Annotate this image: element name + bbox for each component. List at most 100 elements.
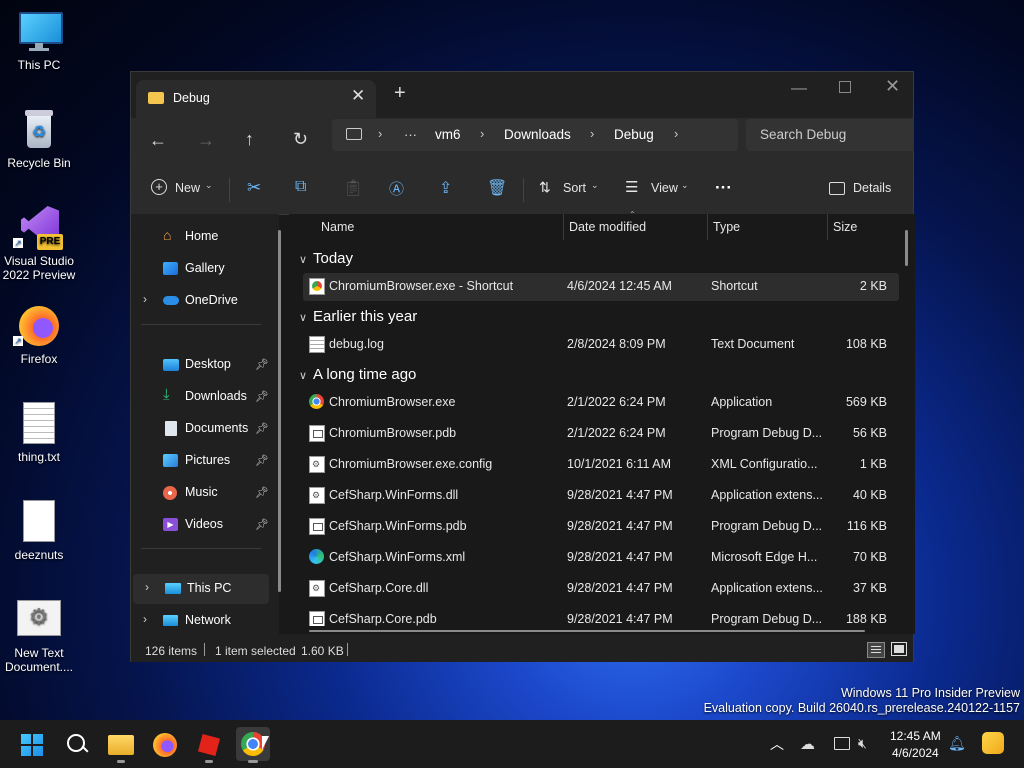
onedrive-offline-icon[interactable]: ☁	[800, 735, 815, 753]
desktop-icon-thing-txt[interactable]: thing.txt	[0, 402, 78, 464]
desktop-icon-visual-studio[interactable]: PRE ↗ Visual Studio 2022 Preview	[0, 206, 78, 282]
desktop-icon-label: deeznuts	[14, 548, 64, 562]
tiles-view-icon	[894, 645, 904, 653]
chevron-right-icon[interactable]: ›	[143, 612, 147, 626]
nav-item-onedrive[interactable]: › OneDrive	[131, 286, 271, 316]
mouse-cursor	[262, 736, 269, 750]
nav-item-music[interactable]: Music 📌︎	[131, 478, 271, 508]
desktop-icon-recycle-bin[interactable]: ♻ Recycle Bin	[0, 108, 78, 170]
display-icon[interactable]	[834, 737, 850, 750]
nav-item-home[interactable]: ⌂ Home	[131, 222, 271, 252]
nav-item-desktop[interactable]: Desktop 📌︎	[131, 350, 271, 380]
pin-icon[interactable]: 📌︎	[255, 358, 269, 371]
start-button[interactable]	[17, 728, 49, 760]
file-row[interactable]: CefSharp.Core.pdb 9/28/2021 4:47 PM Prog…	[303, 606, 899, 626]
file-row[interactable]: ⚙ CefSharp.WinForms.dll 9/28/2021 4:47 P…	[303, 482, 899, 510]
show-hidden-icons-chevron[interactable]: ︿	[770, 734, 784, 754]
nav-item-videos[interactable]: ▶ Videos 📌︎	[131, 510, 271, 540]
nav-item-network[interactable]: › Network	[131, 606, 271, 636]
clock-time[interactable]: 12:45 AM	[890, 729, 941, 743]
nav-pane-scrollbar[interactable]	[278, 230, 281, 592]
breadcrumb-downloads[interactable]: Downloads	[504, 127, 571, 142]
chevron-right-icon[interactable]: ›	[145, 580, 149, 594]
vertical-scrollbar[interactable]	[905, 230, 908, 266]
column-header-name[interactable]: Name	[321, 220, 354, 234]
nav-item-documents[interactable]: Documents 📌︎	[131, 414, 271, 444]
desktop-icon-this-pc[interactable]: This PC	[0, 10, 78, 72]
forward-icon[interactable]: →	[197, 130, 215, 151]
home-icon: ⌂	[163, 227, 172, 243]
nav-item-this-pc[interactable]: › This PC	[133, 574, 269, 604]
file-row-selected[interactable]: ChromiumBrowser.exe - Shortcut 4/6/2024 …	[303, 273, 899, 301]
nav-item-downloads[interactable]: ⤓ Downloads 📌︎	[131, 382, 271, 412]
desktop-icon-new-text-document[interactable]: ⚙ New Text Document....	[0, 598, 78, 674]
breadcrumb-debug[interactable]: Debug	[614, 127, 654, 142]
address-bar-row: ← → ↑ ↻ › ··· vm6 › Downloads › Debug › …	[131, 118, 914, 166]
group-header-today[interactable]: ∨ Today	[299, 250, 353, 267]
volume-muted-icon[interactable]: 🔇︎	[858, 735, 867, 752]
refresh-icon[interactable]: ↻	[293, 129, 308, 150]
column-header-type[interactable]: Type	[713, 220, 740, 234]
view-button[interactable]: ☰ View ⌄	[625, 166, 691, 214]
details-view-button[interactable]	[867, 642, 885, 658]
chevron-right-icon[interactable]: ›	[143, 292, 147, 306]
breadcrumb-vm6[interactable]: vm6	[435, 127, 461, 142]
horizontal-scrollbar[interactable]	[309, 630, 865, 632]
sort-indicator-icon: ⌃	[629, 210, 636, 219]
copy-icon[interactable]: ⧉	[295, 178, 306, 196]
search-box[interactable]: Search Debug	[746, 119, 914, 151]
file-row[interactable]: debug.log 2/8/2024 8:09 PM Text Document…	[303, 331, 899, 359]
file-row[interactable]: ChromiumBrowser.pdb 2/1/2022 6:24 PM Pro…	[303, 420, 899, 448]
selection-size: 1.60 KB	[301, 644, 344, 658]
pin-icon[interactable]: 📌︎	[255, 422, 269, 435]
pin-icon[interactable]: 📌︎	[255, 454, 269, 467]
new-button[interactable]: + New ⌄	[149, 166, 215, 214]
taskbar-firefox[interactable]	[149, 728, 181, 760]
blank-file-icon	[17, 500, 61, 544]
notification-bell-icon[interactable]: 🔔︎	[948, 735, 966, 752]
share-icon[interactable]: ⇪	[439, 178, 452, 198]
gallery-icon	[163, 262, 178, 275]
search-button[interactable]	[61, 728, 93, 760]
address-bar[interactable]: › ··· vm6 › Downloads › Debug ›	[332, 119, 738, 151]
file-row[interactable]: CefSharp.WinForms.pdb 9/28/2021 4:47 PM …	[303, 513, 899, 541]
nav-item-gallery[interactable]: Gallery	[131, 254, 271, 284]
back-icon[interactable]: ←	[149, 130, 167, 151]
tiles-view-button[interactable]	[891, 642, 907, 656]
clock-date[interactable]: 4/6/2024	[892, 746, 939, 760]
delete-icon[interactable]: 🗑︎	[487, 178, 507, 198]
cut-icon[interactable]: ✂	[247, 178, 261, 198]
group-header-a-long-time-ago[interactable]: ∨ A long time ago	[299, 366, 416, 383]
nav-item-pictures[interactable]: Pictures 📌︎	[131, 446, 271, 476]
pin-icon[interactable]: 📌︎	[255, 486, 269, 499]
rename-icon[interactable]: Ⓐ	[389, 178, 404, 199]
paste-icon[interactable]: 📋︎	[343, 178, 363, 198]
desktop-icon-firefox[interactable]: ↗ Firefox	[0, 304, 78, 366]
sort-button[interactable]: ⇅ Sort ⌄	[537, 166, 601, 214]
desktop-icon-deeznuts[interactable]: deeznuts	[0, 500, 78, 562]
taskbar-file-explorer[interactable]	[105, 728, 137, 763]
file-row[interactable]: ⚙ ChromiumBrowser.exe.config 10/1/2021 6…	[303, 451, 899, 479]
file-row[interactable]: ⚙ CefSharp.Core.dll 9/28/2021 4:47 PM Ap…	[303, 575, 899, 603]
search-input[interactable]: Search Debug	[760, 127, 846, 142]
new-tab-button[interactable]: +	[394, 82, 406, 105]
minimize-button[interactable]: —	[791, 80, 807, 98]
details-button[interactable]: Details	[829, 166, 903, 214]
close-tab-icon[interactable]: ✕	[351, 86, 365, 106]
taskbar-roblox[interactable]	[193, 728, 225, 763]
close-window-button[interactable]: ✕	[885, 76, 900, 97]
pin-icon[interactable]: 📌︎	[255, 390, 269, 403]
file-row[interactable]: ChromiumBrowser.exe 2/1/2022 6:24 PM App…	[303, 389, 899, 417]
file-row[interactable]: CefSharp.WinForms.xml 9/28/2021 4:47 PM …	[303, 544, 899, 572]
more-options-button[interactable]: ···	[715, 178, 732, 198]
group-header-earlier-this-year[interactable]: ∨ Earlier this year	[299, 308, 417, 325]
desktop-icon-label: thing.txt	[17, 450, 61, 464]
copilot-preview-icon[interactable]	[982, 732, 1004, 754]
breadcrumb-more[interactable]: ···	[404, 127, 417, 142]
up-icon[interactable]: ↑	[245, 129, 254, 150]
tab-debug[interactable]: Debug ✕	[136, 80, 376, 118]
column-header-date-modified[interactable]: Date modified	[569, 220, 646, 234]
pin-icon[interactable]: 📌︎	[255, 518, 269, 531]
maximize-button[interactable]	[839, 81, 851, 93]
column-header-size[interactable]: Size	[833, 220, 857, 234]
